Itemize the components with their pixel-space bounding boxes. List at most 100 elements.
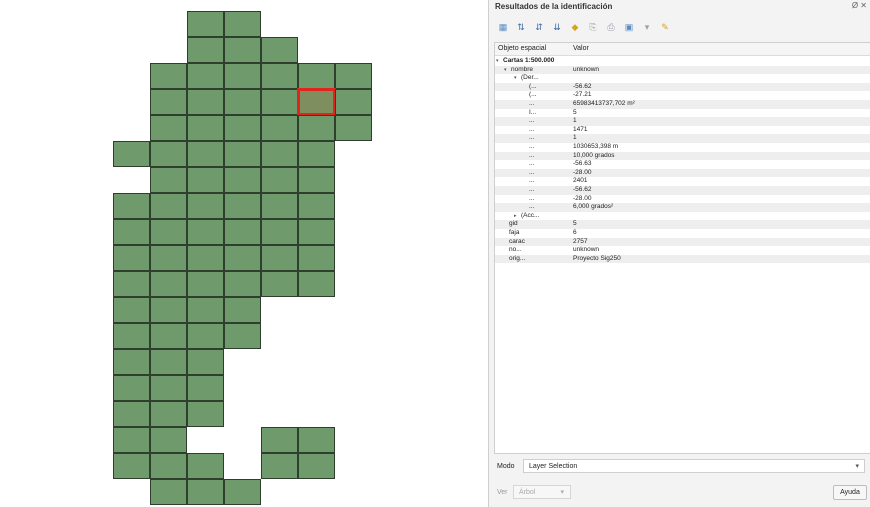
results-tree[interactable]: Objeto espacial Valor ▾ Cartas 1:500.000 ▾… bbox=[494, 42, 870, 454]
map-grid-cell[interactable] bbox=[261, 115, 298, 141]
map-grid-cell[interactable] bbox=[261, 219, 298, 245]
collapse-arrow-icon[interactable]: ▾ bbox=[504, 66, 507, 75]
map-grid-cell[interactable] bbox=[224, 63, 261, 89]
map-grid-cell[interactable] bbox=[113, 193, 150, 219]
map-grid-cell[interactable] bbox=[261, 271, 298, 297]
map-grid-cell[interactable] bbox=[113, 297, 150, 323]
tree-row[interactable]: carac 2757 bbox=[495, 237, 870, 247]
map-grid-cell[interactable] bbox=[261, 167, 298, 193]
map-grid-cell[interactable] bbox=[187, 401, 224, 427]
tree-row[interactable]: ... -28.00 bbox=[495, 195, 870, 204]
map-grid-cell[interactable] bbox=[187, 349, 224, 375]
map-grid-cell[interactable] bbox=[150, 219, 187, 245]
map-grid-cell[interactable] bbox=[150, 427, 187, 453]
tree-row[interactable]: orig... Proyecto Sig250 bbox=[495, 254, 870, 264]
tree-row[interactable]: no... unknown bbox=[495, 246, 870, 255]
map-grid-cell[interactable] bbox=[298, 219, 335, 245]
map-grid-cell[interactable] bbox=[261, 193, 298, 219]
map-grid-cell[interactable] bbox=[187, 323, 224, 349]
tree-row[interactable]: ... 6,000 grados² bbox=[495, 203, 870, 212]
map-grid-cell[interactable] bbox=[298, 427, 335, 453]
tree-row[interactable]: ▾ Cartas 1:500.000 bbox=[495, 57, 870, 66]
map-grid-cell[interactable] bbox=[224, 219, 261, 245]
select-icon[interactable]: ▣ bbox=[623, 21, 635, 33]
map-grid-cell[interactable] bbox=[187, 63, 224, 89]
tree-row[interactable]: ▸ (Acc... bbox=[495, 212, 870, 221]
map-grid-cell[interactable] bbox=[187, 219, 224, 245]
map-grid-cell[interactable] bbox=[224, 37, 261, 63]
map-grid-cell[interactable] bbox=[187, 115, 224, 141]
tree-row[interactable]: ... 65983413737,702 m² bbox=[495, 100, 870, 109]
view-select[interactable]: Árbol ▾ bbox=[513, 485, 571, 499]
selected-map-cell[interactable] bbox=[297, 88, 336, 116]
tree-row[interactable]: ... 1 bbox=[495, 134, 870, 143]
map-grid-cell[interactable] bbox=[261, 63, 298, 89]
map-grid-cell[interactable] bbox=[113, 375, 150, 401]
map-grid-cell[interactable] bbox=[150, 141, 187, 167]
map-grid-cell[interactable] bbox=[261, 89, 298, 115]
map-grid-cell[interactable] bbox=[150, 297, 187, 323]
collapse-icon[interactable]: ⇵ bbox=[533, 21, 545, 33]
tree-row[interactable]: ... 1471 bbox=[495, 126, 870, 135]
tree-row[interactable]: ... 1030653,398 m bbox=[495, 143, 870, 152]
map-grid-cell[interactable] bbox=[150, 375, 187, 401]
map-grid-cell[interactable] bbox=[261, 141, 298, 167]
map-grid-cell[interactable] bbox=[113, 349, 150, 375]
tree-row[interactable]: ... -28.00 bbox=[495, 168, 870, 178]
map-grid-cell[interactable] bbox=[335, 63, 372, 89]
map-grid-cell[interactable] bbox=[150, 349, 187, 375]
tree-icon[interactable]: ▦ bbox=[497, 21, 509, 33]
map-grid-cell[interactable] bbox=[187, 89, 224, 115]
map-grid-cell[interactable] bbox=[150, 167, 187, 193]
map-grid-cell[interactable] bbox=[224, 193, 261, 219]
map-grid-cell[interactable] bbox=[113, 245, 150, 271]
panel-close-icon[interactable]: Ø ✕ bbox=[852, 1, 867, 10]
map-grid-cell[interactable] bbox=[150, 401, 187, 427]
map-grid-cell[interactable] bbox=[113, 271, 150, 297]
map-grid-cell[interactable] bbox=[187, 167, 224, 193]
map-grid-cell[interactable] bbox=[150, 479, 187, 505]
tree-row[interactable]: ... 2401 bbox=[495, 177, 870, 186]
map-grid-cell[interactable] bbox=[113, 141, 150, 167]
map-grid-cell[interactable] bbox=[150, 89, 187, 115]
expand-icon[interactable]: ⇅ bbox=[515, 21, 527, 33]
map-grid-cell[interactable] bbox=[150, 115, 187, 141]
tree-row[interactable]: (... -56.62 bbox=[495, 82, 870, 92]
map-grid-cell[interactable] bbox=[261, 427, 298, 453]
map-grid-cell[interactable] bbox=[335, 89, 372, 115]
map-grid-cell[interactable] bbox=[224, 11, 261, 37]
map-grid-cell[interactable] bbox=[187, 245, 224, 271]
tree-row[interactable]: gid 5 bbox=[495, 220, 870, 229]
dropdown-icon[interactable]: ▾ bbox=[641, 21, 653, 33]
map-grid-cell[interactable] bbox=[224, 245, 261, 271]
map-grid-cell[interactable] bbox=[224, 297, 261, 323]
print-icon[interactable]: ⎙ bbox=[605, 21, 617, 33]
map-grid-cell[interactable] bbox=[113, 453, 150, 479]
map-grid-cell[interactable] bbox=[187, 453, 224, 479]
map-grid-cell[interactable] bbox=[261, 245, 298, 271]
map-grid-cell[interactable] bbox=[298, 63, 335, 89]
map-grid-cell[interactable] bbox=[224, 89, 261, 115]
map-grid-cell[interactable] bbox=[150, 245, 187, 271]
map-grid-cell[interactable] bbox=[187, 11, 224, 37]
tree-row[interactable]: ... 10,000 grados bbox=[495, 151, 870, 161]
map-grid-cell[interactable] bbox=[298, 193, 335, 219]
map-grid-cell[interactable] bbox=[298, 167, 335, 193]
tree-row[interactable]: faja 6 bbox=[495, 229, 870, 238]
map-grid-cell[interactable] bbox=[150, 453, 187, 479]
map-grid-cell[interactable] bbox=[150, 323, 187, 349]
map-grid-cell[interactable] bbox=[224, 479, 261, 505]
highlight-icon[interactable]: ◆ bbox=[569, 21, 581, 33]
copy-icon[interactable]: ⎘ bbox=[587, 21, 599, 33]
map-grid-cell[interactable] bbox=[298, 271, 335, 297]
map-canvas[interactable] bbox=[0, 0, 480, 507]
map-grid-cell[interactable] bbox=[224, 323, 261, 349]
map-grid-cell[interactable] bbox=[224, 115, 261, 141]
map-grid-cell[interactable] bbox=[187, 271, 224, 297]
map-grid-cell[interactable] bbox=[261, 453, 298, 479]
map-grid-cell[interactable] bbox=[187, 479, 224, 505]
map-grid-cell[interactable] bbox=[298, 245, 335, 271]
map-grid-cell[interactable] bbox=[298, 141, 335, 167]
map-grid-cell[interactable] bbox=[187, 37, 224, 63]
map-grid-cell[interactable] bbox=[113, 401, 150, 427]
